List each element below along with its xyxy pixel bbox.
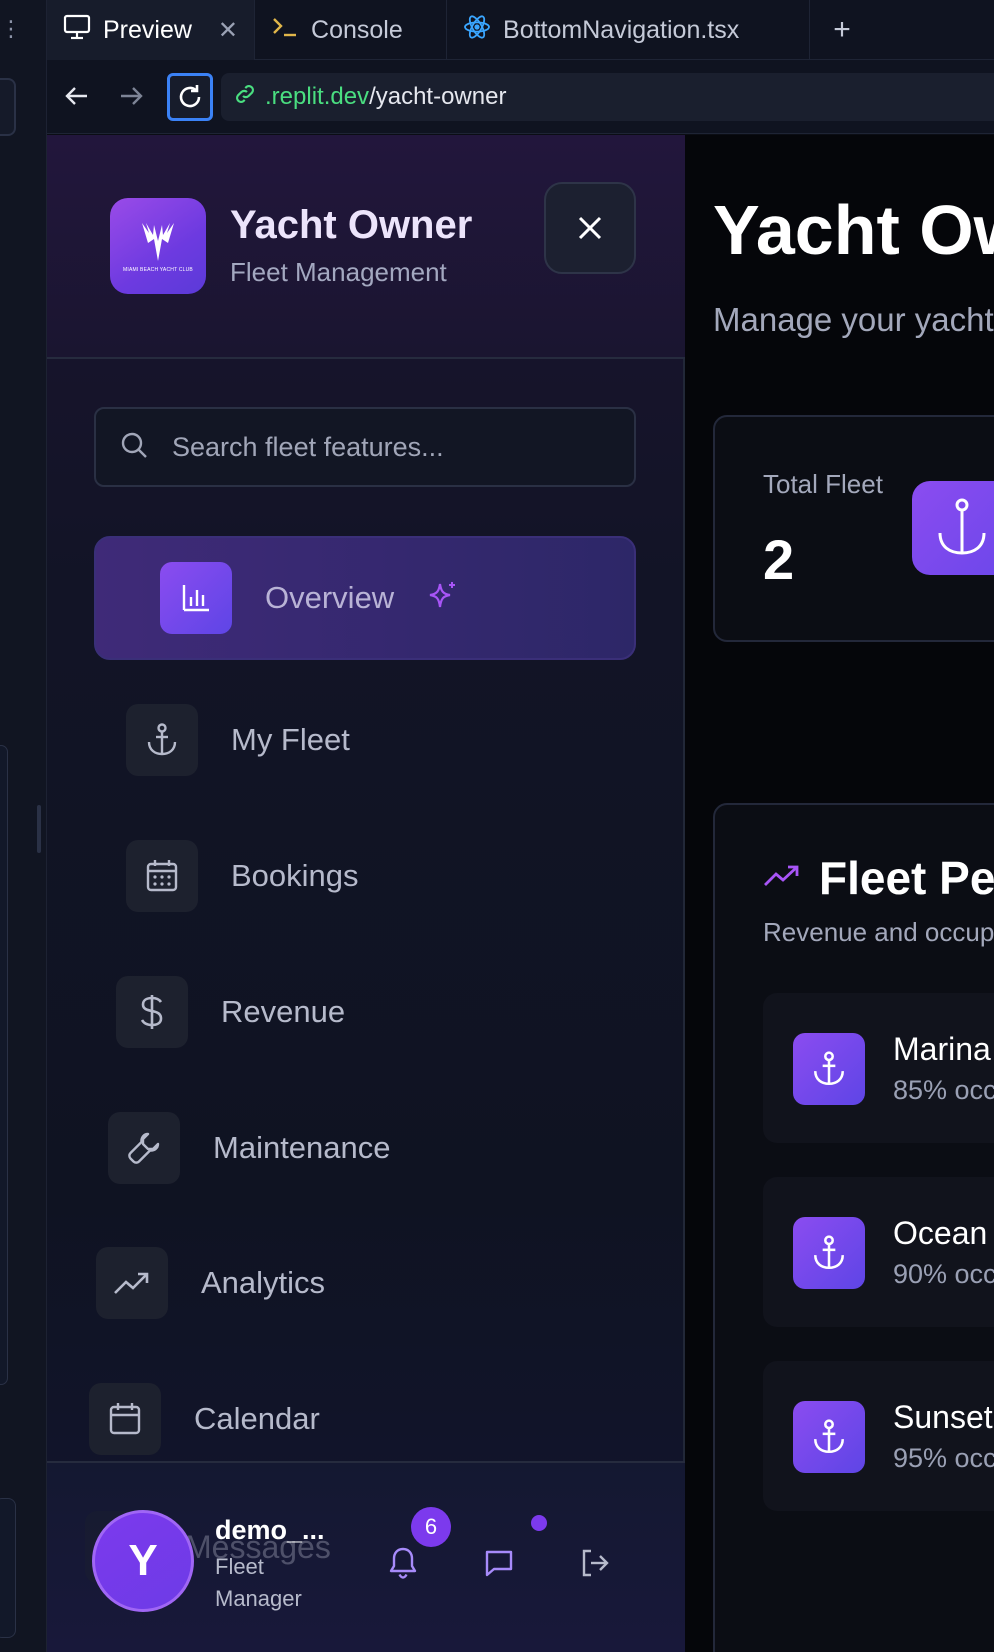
- chat-icon: [485, 1550, 513, 1577]
- yacht-metric: 95% occupancy: [893, 1443, 994, 1473]
- avatar[interactable]: Y: [92, 1510, 194, 1612]
- anchor-icon: [912, 481, 994, 575]
- sidebar-item-label: Bookings: [231, 858, 359, 893]
- bell-icon: [389, 1547, 417, 1579]
- sidebar-item-label: My Fleet: [231, 722, 350, 757]
- sidebar-item-revenue[interactable]: Revenue: [116, 966, 345, 1058]
- trending-up-icon: [763, 863, 801, 894]
- gutter-panel-bottom: [0, 1498, 16, 1638]
- tab-bottom-navigation[interactable]: BottomNavigation.tsx: [447, 0, 811, 60]
- logout-button[interactable]: [573, 1541, 617, 1585]
- more-vertical-icon[interactable]: ⋮: [0, 18, 22, 40]
- sidebar-item-calendar[interactable]: Calendar: [89, 1373, 320, 1465]
- back-button[interactable]: [55, 74, 99, 118]
- sidebar-item-my-fleet[interactable]: My Fleet: [126, 694, 350, 786]
- refresh-icon: [179, 85, 201, 108]
- terminal-icon: [271, 15, 299, 46]
- stat-label: Total Fleet: [763, 469, 883, 499]
- tab-label: Console: [311, 15, 403, 44]
- brand-logo: MIAMI BEACH YACHT CLUB: [110, 198, 206, 294]
- stat-card-total-fleet: Total Fleet 2: [713, 415, 994, 642]
- anchor-icon: [793, 1217, 865, 1289]
- tab-label: Preview: [103, 15, 192, 44]
- link-icon: [233, 82, 257, 113]
- app-viewport: MIAMI BEACH YACHT CLUB Yacht Owner Fleet…: [47, 135, 994, 1652]
- trending-up-icon: [96, 1247, 168, 1319]
- yacht-name: Marina Breeze: [893, 1031, 994, 1067]
- sidebar-item-label: Revenue: [221, 994, 346, 1029]
- arrow-right-icon: [121, 87, 143, 105]
- card-title: Fleet Performance: [819, 852, 994, 904]
- calendar-icon: [89, 1383, 161, 1455]
- url-path: /yacht-owner: [369, 83, 507, 110]
- browser-address-bar: .replit.dev/yacht-owner: [47, 60, 994, 134]
- sidebar-item-label: Overview: [265, 580, 395, 615]
- stat-value: 2: [763, 528, 795, 591]
- sparkle-icon: [426, 579, 460, 618]
- close-icon[interactable]: ✕: [218, 16, 238, 45]
- forward-button[interactable]: [109, 74, 153, 118]
- url-field[interactable]: .replit.dev/yacht-owner: [221, 73, 994, 121]
- logo-caption: MIAMI BEACH YACHT CLUB: [123, 267, 193, 273]
- page-title: Yacht Owner Dashboard: [713, 191, 994, 269]
- notification-count-badge: 6: [411, 1507, 451, 1547]
- sidebar-item-analytics[interactable]: Analytics: [96, 1237, 325, 1329]
- anchor-icon: [793, 1401, 865, 1473]
- new-tab-button[interactable]: +: [810, 0, 874, 59]
- list-item[interactable]: Marina Breeze 85% occupancy: [763, 993, 994, 1143]
- sidebar-item-label: Maintenance: [213, 1130, 391, 1165]
- user-name: demo_...: [215, 1515, 325, 1545]
- messages-button[interactable]: [477, 1541, 521, 1585]
- gutter-panel-top: [0, 78, 16, 136]
- sidebar-item-overview[interactable]: Overview: [94, 536, 636, 660]
- search-field[interactable]: [94, 407, 636, 487]
- resize-handle[interactable]: [37, 805, 41, 853]
- react-icon: [463, 13, 491, 48]
- fleet-performance-card: Fleet Performance Revenue and occupancy …: [713, 803, 994, 1652]
- list-item[interactable]: Ocean Star 90% occupancy: [763, 1177, 994, 1327]
- sidebar-footer: Messages Y demo_... Fleet Manager 6: [47, 1461, 685, 1652]
- brand-subtitle: Fleet Management: [230, 257, 447, 287]
- sidebar-item-label: Calendar: [194, 1401, 320, 1436]
- wrench-icon: [108, 1112, 180, 1184]
- unread-dot: [531, 1515, 547, 1531]
- notifications-button[interactable]: [381, 1541, 425, 1585]
- sidebar-item-maintenance[interactable]: Maintenance: [108, 1102, 391, 1194]
- page-subtitle: Manage your yacht fleet: [713, 301, 994, 338]
- card-subtitle: Revenue and occupancy: [763, 917, 994, 947]
- close-sidebar-button[interactable]: [544, 182, 636, 274]
- arrow-left-icon: [65, 87, 87, 105]
- main-content: Yacht Owner Dashboard Manage your yacht …: [685, 135, 994, 1652]
- monitor-icon: [63, 14, 91, 47]
- dollar-icon: [116, 976, 188, 1048]
- logout-icon: [582, 1549, 609, 1577]
- tab-preview[interactable]: Preview ✕: [47, 0, 256, 60]
- reload-button[interactable]: [167, 73, 213, 121]
- yacht-name: Ocean Star: [893, 1215, 994, 1251]
- ide-tab-bar: Preview ✕ Console BottomNavigation.tsx +: [47, 0, 994, 60]
- user-role: Fleet Manager: [215, 1554, 302, 1611]
- anchor-icon: [793, 1033, 865, 1105]
- gutter-panel-middle: [0, 745, 8, 1385]
- brand-title: Yacht Owner: [230, 203, 473, 247]
- sidebar-header: MIAMI BEACH YACHT CLUB Yacht Owner Fleet…: [47, 135, 685, 359]
- yacht-metric: 85% occupancy: [893, 1075, 994, 1105]
- sidebar-item-bookings[interactable]: Bookings: [126, 830, 359, 922]
- tab-console[interactable]: Console: [255, 0, 448, 60]
- bar-chart-icon: [160, 562, 232, 634]
- close-icon: [578, 216, 602, 240]
- yacht-metric: 90% occupancy: [893, 1259, 994, 1289]
- tab-label: BottomNavigation.tsx: [503, 15, 740, 44]
- url-domain: .replit.dev: [265, 83, 370, 110]
- calendar-grid-icon: [126, 840, 198, 912]
- sidebar: MIAMI BEACH YACHT CLUB Yacht Owner Fleet…: [47, 135, 685, 1652]
- club-emblem-icon: [142, 223, 174, 261]
- sidebar-item-label: Analytics: [201, 1265, 326, 1300]
- yacht-name: Sunset Dream: [893, 1399, 994, 1435]
- list-item[interactable]: Sunset Dream 95% occupancy: [763, 1361, 994, 1511]
- search-icon: [120, 431, 148, 464]
- ide-left-gutter: ⋮: [0, 0, 47, 1652]
- search-input[interactable]: [172, 431, 592, 463]
- anchor-icon: [126, 704, 198, 776]
